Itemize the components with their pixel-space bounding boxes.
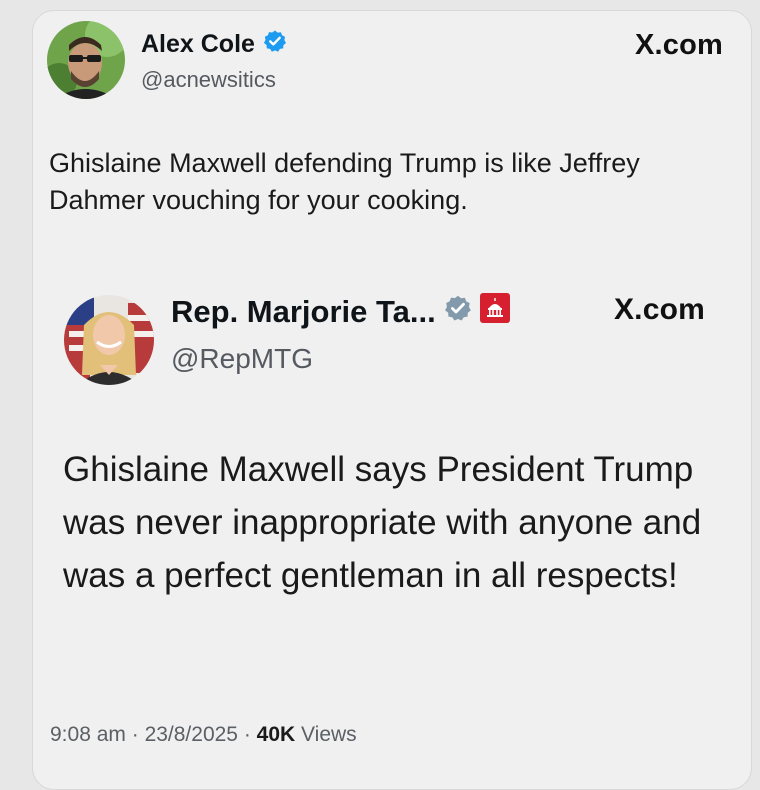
tweet-card: Alex Cole @acnewsitics X.com Ghislaine M…	[32, 10, 752, 790]
quoted-author-name[interactable]: Rep. Marjorie Ta...	[171, 294, 436, 330]
author-avatar[interactable]	[47, 21, 125, 99]
source-label: X.com	[634, 29, 723, 61]
author-name-row: Alex Cole	[141, 29, 287, 60]
author-name[interactable]: Alex Cole	[141, 30, 255, 59]
views-label: Views	[295, 723, 357, 746]
tweet-meta: 9:08 am · 23/8/2025 · 40K Views	[50, 723, 357, 747]
quoted-author-handle[interactable]: @RepMTG	[171, 343, 313, 375]
quoted-tweet-text: Ghislaine Maxwell says President Trump w…	[63, 450, 702, 595]
quoted-verified-badge-icon	[444, 294, 472, 330]
verified-badge-icon	[263, 29, 287, 60]
views-count: 40K	[256, 723, 296, 746]
government-affiliation-icon	[479, 293, 510, 331]
tweet-date[interactable]: 23/8/2025	[145, 723, 238, 746]
quoted-source-label: X.com	[613, 293, 705, 326]
tweet-text: Ghislaine Maxwell defending Trump is lik…	[49, 148, 640, 215]
meta-separator: ·	[238, 723, 257, 746]
quoted-author-avatar[interactable]	[64, 295, 154, 385]
tweet-time[interactable]: 9:08 am	[50, 723, 126, 746]
author-handle[interactable]: @acnewsitics	[141, 67, 276, 93]
quoted-author-name-row: Rep. Marjorie Ta...	[171, 293, 510, 331]
meta-separator: ·	[125, 723, 145, 746]
